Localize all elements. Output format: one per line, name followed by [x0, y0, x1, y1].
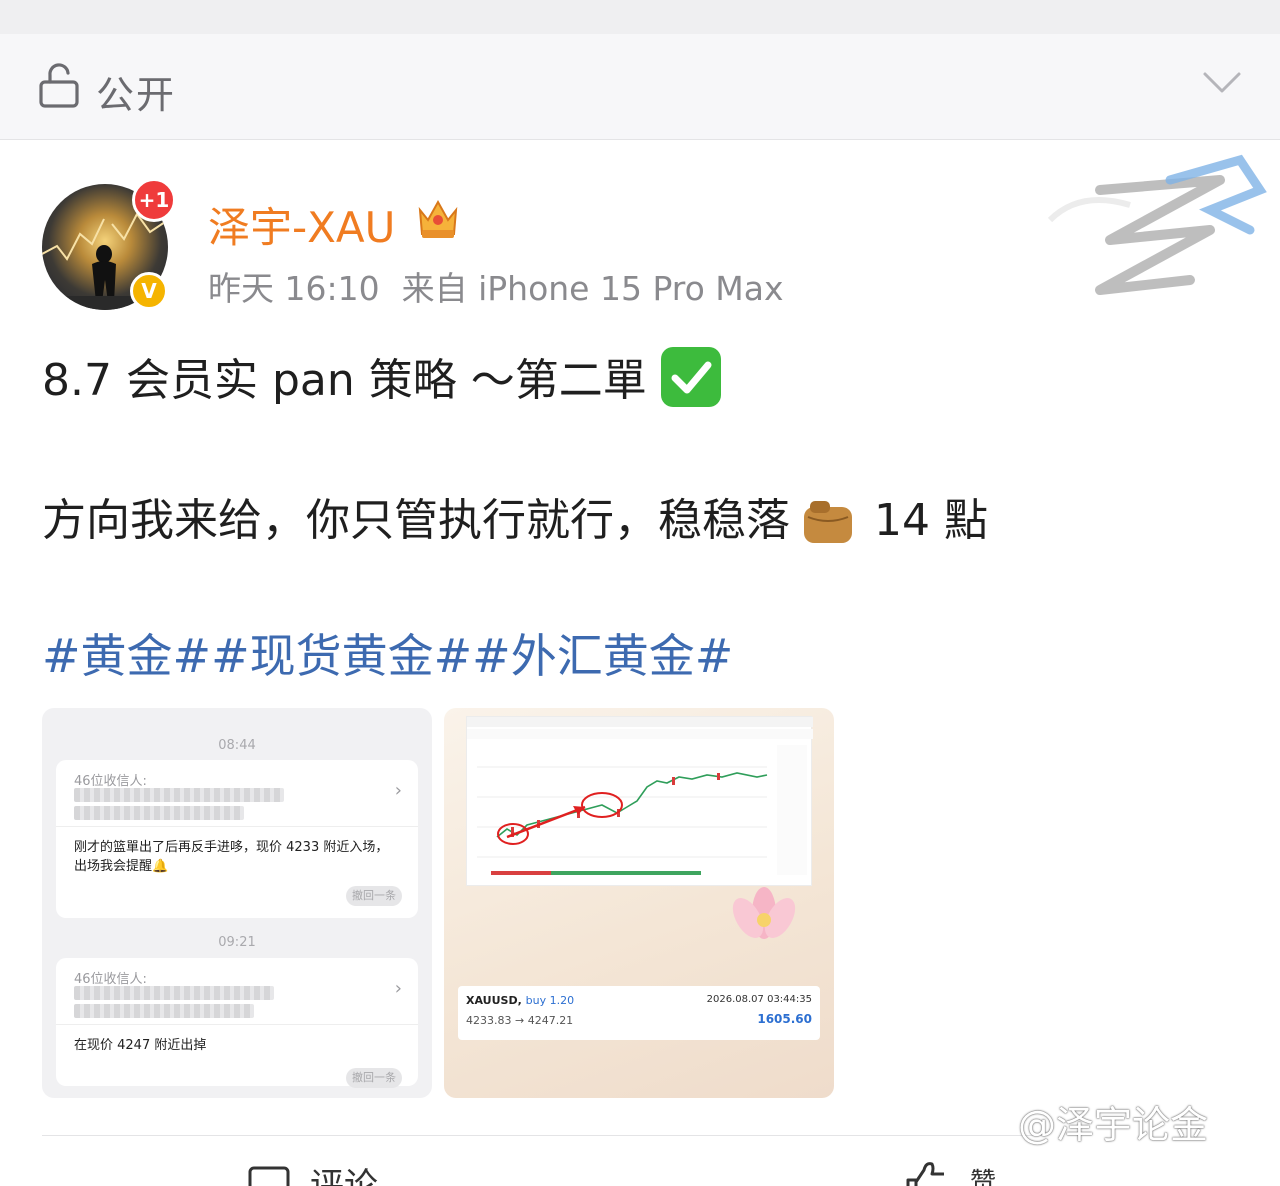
withdraw-button-2: 撤回一条 [346, 1068, 402, 1088]
comment-button[interactable]: 评论 [310, 1158, 378, 1186]
visibility-bar[interactable]: 公开 [0, 34, 1280, 140]
chat-card-1: 46位收信人: › 刚才的篮單出了后再反手进哆，现价 4233 附近入场，出场我… [56, 760, 418, 918]
post-text-headline: 8.7 会员实 pan 策略 ～第二單 [42, 355, 647, 406]
unlock-icon [39, 63, 79, 108]
hashtag-links[interactable]: #黄金##现货黄金##外汇黄金# [42, 620, 733, 686]
recipients-label-2: 46位收信人: [74, 972, 147, 987]
trade-datetime: 2026.08.07 03:44:35 [706, 994, 812, 1005]
withdraw-button-1: 撤回一条 [346, 886, 402, 906]
trade-record-card: XAUUSD, buy 1.20 4233.83 → 4247.21 2026.… [458, 986, 820, 1040]
blurred-recipients-2b [74, 1004, 254, 1018]
blurred-recipients-1 [74, 788, 284, 802]
image-chat-screenshot[interactable]: 08:44 46位收信人: › 刚才的篮單出了后再反手进哆，现价 4233 附近… [42, 708, 432, 1098]
chat-message-2: 在现价 4247 附近出掉 [74, 1038, 207, 1053]
username[interactable]: 泽宇-XAU [208, 194, 395, 255]
money-bag-icon [804, 501, 852, 543]
post-meta: 昨天 16:10 来自 iPhone 15 Pro Max [208, 262, 784, 310]
post-text-body: 方向我来给，你只管执行就行，稳稳落 [42, 495, 790, 546]
post-text-line-1: 8.7 会员实 pan 策略 ～第二單 [42, 344, 721, 408]
chart-screenshot [466, 716, 813, 886]
chevron-down-icon[interactable] [1202, 70, 1242, 96]
crown-icon[interactable] [414, 194, 462, 242]
trade-symbol-name: XAUUSD, [466, 994, 522, 1007]
like-button[interactable]: 赞 [970, 1162, 996, 1186]
top-strip [0, 0, 1280, 34]
recipients-label-1: 46位收信人: [74, 774, 147, 789]
post-source: 来自 iPhone 15 Pro Max [401, 269, 784, 308]
trade-symbol: XAUUSD, buy 1.20 [466, 994, 574, 1007]
trade-profit: 1605.60 [757, 1012, 812, 1026]
trade-prices: 4233.83 → 4247.21 [466, 1014, 574, 1027]
post-text-line-2: 方向我来给，你只管执行就行，稳稳落 14 點 [42, 484, 988, 548]
post-text-points: 14 點 [874, 495, 988, 546]
checkmark-icon [660, 347, 721, 407]
chat-divider-1 [56, 826, 418, 827]
notification-badge: +1 [132, 178, 176, 222]
comment-icon[interactable] [248, 1166, 290, 1186]
chat-time-1: 08:44 [218, 738, 256, 753]
watermark: @泽宇论金 [1018, 1103, 1209, 1147]
post-time: 昨天 16:10 [208, 269, 380, 308]
footer-divider [42, 1135, 1042, 1136]
lotus-decoration [732, 887, 796, 939]
thumbs-up-icon[interactable] [904, 1160, 952, 1186]
chat-card-2: 46位收信人: › 在现价 4247 附近出掉 撤回一条 [56, 958, 418, 1088]
chat-time-2: 09:21 [218, 935, 256, 950]
image-trade-screenshot[interactable]: XAUUSD, buy 1.20 4233.83 → 4247.21 2026.… [444, 708, 834, 1098]
chat-divider-2 [56, 1024, 418, 1025]
chat-message-1: 刚才的篮單出了后再反手进哆，现价 4233 附近入场，出场我会提醒🔔 [74, 840, 389, 874]
verified-badge: V [130, 272, 168, 310]
chevron-right-icon: › [394, 978, 402, 999]
trade-side: buy 1.20 [525, 994, 575, 1007]
candlestick-chart [467, 717, 813, 875]
blurred-recipients-2 [74, 986, 274, 1000]
weibo-post-page: 公开 +1 V 泽宇-XAU 昨天 16:10 来自 iPhone 15 Pro … [0, 0, 1280, 1186]
visibility-label: 公开 [96, 73, 177, 117]
blurred-recipients-1b [74, 806, 244, 820]
decorative-sketch [1047, 154, 1267, 295]
chevron-right-icon: › [394, 780, 402, 801]
